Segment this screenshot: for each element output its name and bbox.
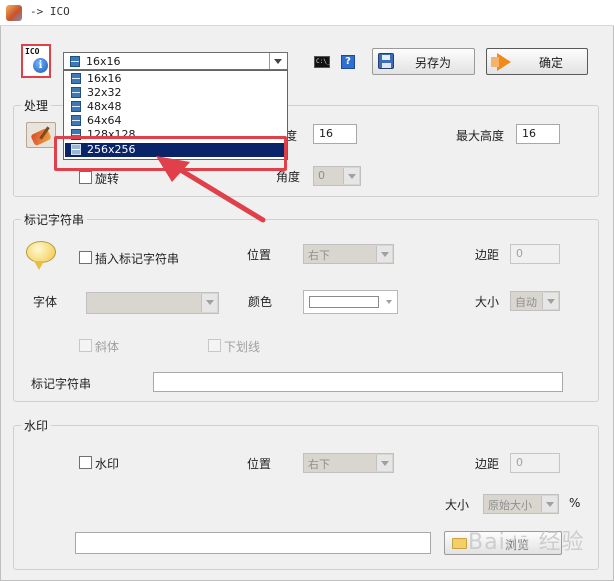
size-option-48x48[interactable]: 48x48 xyxy=(65,100,286,114)
marker-position-value: 右下 xyxy=(308,249,330,262)
command-prompt-icon[interactable]: C:\_ xyxy=(314,56,330,68)
marker-string-label: 标记字符串 xyxy=(31,377,92,391)
chevron-down-icon[interactable] xyxy=(269,53,286,69)
angle-select[interactable]: 0 xyxy=(313,166,361,186)
font-select[interactable] xyxy=(86,292,219,314)
arrow-right-icon-tail xyxy=(491,57,499,67)
chevron-down-icon xyxy=(201,294,217,312)
max-height-input[interactable]: 16 xyxy=(516,124,560,144)
size-option-32x32[interactable]: 32x32 xyxy=(65,86,286,100)
chevron-down-icon xyxy=(376,455,392,471)
watermark-size-value: 原始大小 xyxy=(488,499,532,512)
watermark-position-value: 右下 xyxy=(308,458,330,471)
color-picker[interactable] xyxy=(303,290,398,314)
underline-checkbox[interactable] xyxy=(208,339,221,352)
watermark-checkbox[interactable] xyxy=(79,456,92,469)
size-option-label: 16x16 xyxy=(87,72,122,85)
save-as-button[interactable]: 另存为 xyxy=(372,48,475,75)
paint-brush-icon[interactable] xyxy=(26,122,56,148)
marker-size-label: 大小 xyxy=(475,295,500,309)
max-height-label: 最大高度 xyxy=(456,129,505,143)
watermark-path-input[interactable] xyxy=(75,532,431,554)
marker-position-select[interactable]: 右下 xyxy=(303,244,394,264)
watermark-size-label: 大小 xyxy=(445,498,470,512)
app-icon xyxy=(6,5,22,21)
arrow-right-icon xyxy=(497,53,511,71)
marker-margin-input[interactable]: 0 xyxy=(510,244,560,264)
size-icon xyxy=(71,73,81,84)
title-bar xyxy=(0,0,614,26)
folder-icon xyxy=(452,538,467,549)
chevron-down-icon xyxy=(386,300,392,304)
color-swatch xyxy=(309,296,379,308)
size-icon xyxy=(71,101,81,112)
speech-bubble-icon xyxy=(26,241,56,263)
angle-value: 0 xyxy=(318,169,325,182)
help-icon[interactable]: ? xyxy=(341,55,355,69)
watermark-margin-input[interactable]: 0 xyxy=(510,453,560,473)
save-disk-icon xyxy=(378,53,394,69)
icon-size-select[interactable]: 16x16 xyxy=(63,52,288,70)
watermark-margin-label: 边距 xyxy=(475,457,500,471)
size-icon xyxy=(70,56,80,67)
watermark-legend: 水印 xyxy=(21,417,52,434)
size-icon xyxy=(71,115,81,126)
watermark-enable-label: 水印 xyxy=(95,457,120,471)
size-option-16x16[interactable]: 16x16 xyxy=(65,72,286,86)
watermark-position-select[interactable]: 右下 xyxy=(303,453,394,473)
ico-format-icon[interactable]: ICO i xyxy=(21,44,51,78)
percent-label: % xyxy=(569,496,581,510)
ok-button[interactable]: 确定 xyxy=(486,48,588,75)
info-icon: i xyxy=(33,58,48,73)
insert-marker-checkbox[interactable] xyxy=(79,251,92,264)
color-label: 颜色 xyxy=(248,295,273,309)
marker-position-label: 位置 xyxy=(247,248,272,262)
size-option-64x64[interactable]: 64x64 xyxy=(65,114,286,128)
processing-legend: 处理 xyxy=(21,97,52,114)
baidu-jingyan-watermark: Baidū 经验 xyxy=(468,530,585,555)
marker-legend: 标记字符串 xyxy=(21,211,88,228)
chevron-down-icon xyxy=(343,168,359,184)
annotation-arrow xyxy=(156,156,266,223)
chevron-down-icon xyxy=(542,293,558,309)
help-icon-glyph: ? xyxy=(345,56,351,67)
watermark-position-label: 位置 xyxy=(247,457,272,471)
command-prompt-glyph: C:\_ xyxy=(316,58,331,65)
font-label: 字体 xyxy=(33,295,58,309)
marker-size-value: 自动 xyxy=(515,296,537,309)
size-icon xyxy=(71,87,81,98)
rotate-checkbox[interactable] xyxy=(79,171,92,184)
italic-checkbox[interactable] xyxy=(79,339,92,352)
insert-marker-label: 插入标记字符串 xyxy=(95,252,180,266)
size-option-label: 48x48 xyxy=(87,100,122,113)
ok-label: 确定 xyxy=(539,56,564,70)
size-option-label: 32x32 xyxy=(87,86,122,99)
chevron-down-icon xyxy=(541,496,557,512)
watermark-size-select[interactable]: 原始大小 xyxy=(483,494,559,514)
speech-bubble-tail xyxy=(34,261,44,270)
underline-label: 下划线 xyxy=(224,340,261,354)
marker-size-select[interactable]: 自动 xyxy=(510,291,560,311)
rotate-label: 旋转 xyxy=(95,172,120,186)
italic-label: 斜体 xyxy=(95,340,120,354)
marker-string-input[interactable] xyxy=(153,372,563,392)
chevron-down-icon xyxy=(376,246,392,262)
size-option-label: 64x64 xyxy=(87,114,122,127)
icon-size-value: 16x16 xyxy=(86,55,121,68)
marker-margin-label: 边距 xyxy=(475,248,500,262)
ico-format-text: ICO xyxy=(25,47,40,56)
window-title: -> ICO xyxy=(30,5,70,18)
save-as-label: 另存为 xyxy=(415,56,452,70)
max-width-input[interactable]: 16 xyxy=(313,124,357,144)
